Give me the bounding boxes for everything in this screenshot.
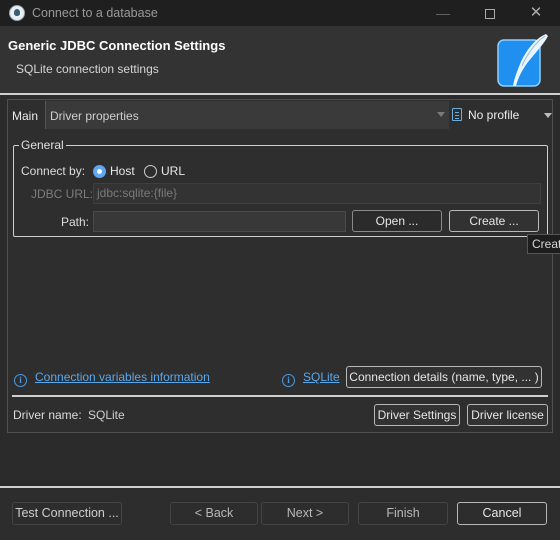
sqlite-link[interactable]: SQLite — [303, 370, 340, 384]
connect-by-label: Connect by: — [21, 164, 86, 178]
finish-button[interactable]: Finish — [358, 502, 448, 525]
panel-divider — [12, 395, 548, 397]
sqlite-feather-icon — [497, 34, 548, 87]
profile-selector[interactable]: No profile — [452, 108, 552, 122]
next-button[interactable]: Next > — [261, 502, 349, 525]
dialog-header: Generic JDBC Connection Settings SQLite … — [0, 27, 560, 93]
create-button[interactable]: Create ... — [449, 210, 539, 232]
sqlite-info-row: i SQLite — [282, 370, 340, 387]
open-button[interactable]: Open ... — [352, 210, 442, 232]
settings-panel: Main Driver properties No profile Genera… — [7, 99, 553, 433]
path-field[interactable] — [93, 211, 346, 232]
path-label: Path: — [61, 215, 90, 229]
chevron-down-icon — [437, 112, 445, 117]
window-title: Connect to a database — [32, 6, 158, 20]
close-icon: ✕ — [529, 4, 543, 21]
test-connection-button[interactable]: Test Connection ... — [12, 502, 122, 525]
info-icon: i — [282, 374, 295, 387]
minimize-icon: — — [436, 5, 450, 21]
driver-name-label: Driver name: — [13, 408, 82, 422]
cancel-button[interactable]: Cancel — [457, 502, 547, 525]
connection-variables-link[interactable]: Connection variables information — [35, 370, 210, 384]
driver-settings-button[interactable]: Driver Settings — [374, 404, 460, 426]
url-radio-label: URL — [161, 164, 186, 178]
create-tooltip: Creat — [527, 234, 560, 254]
driver-license-button[interactable]: Driver license — [467, 404, 548, 426]
variables-info-row: i Connection variables information — [14, 370, 210, 387]
dbeaver-app-icon — [9, 5, 25, 21]
maximize-button[interactable] — [467, 0, 513, 26]
close-button[interactable]: ✕ — [513, 0, 559, 26]
dialog-footer: Test Connection ... < Back Next > Finish… — [0, 488, 560, 540]
radio-unselected-icon — [144, 164, 157, 178]
general-legend: General — [21, 138, 64, 152]
dialog-title: Generic JDBC Connection Settings — [8, 38, 226, 53]
url-radio[interactable]: URL — [144, 164, 185, 178]
tab-bar: Main Driver properties No profile — [8, 100, 552, 131]
general-group: General Connect by: Host URL JDBC URL: j… — [13, 138, 548, 237]
tab-driver-properties-label: Driver properties — [50, 109, 139, 123]
connection-details-button[interactable]: Connection details (name, type, ... ) — [346, 366, 542, 388]
minimize-button[interactable]: — — [420, 0, 466, 26]
document-icon — [452, 108, 462, 121]
back-button[interactable]: < Back — [170, 502, 258, 525]
tab-driver-properties[interactable]: Driver properties — [45, 101, 449, 129]
host-radio-label: Host — [110, 164, 135, 178]
profile-label: No profile — [468, 108, 520, 122]
radio-selected-icon — [93, 164, 106, 178]
chevron-down-icon — [544, 113, 552, 118]
info-icon: i — [14, 374, 27, 387]
driver-name-value: SQLite — [88, 408, 125, 422]
header-divider — [0, 93, 560, 95]
maximize-icon — [485, 9, 495, 20]
window-titlebar: Connect to a database — ✕ — [0, 0, 560, 27]
tab-main[interactable]: Main — [12, 109, 38, 123]
jdbc-url-label: JDBC URL: — [31, 187, 94, 201]
host-radio[interactable]: Host — [93, 164, 135, 178]
jdbc-url-field[interactable]: jdbc:sqlite:{file} — [93, 183, 541, 204]
dialog-subtitle: SQLite connection settings — [16, 62, 159, 76]
